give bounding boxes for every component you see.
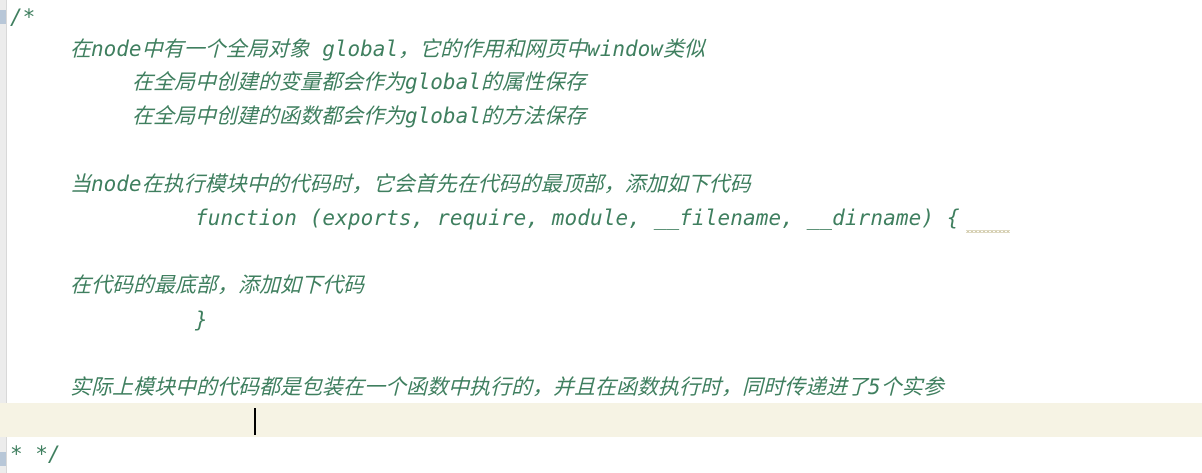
code-line[interactable]: 在代码的最底部，添加如下代码 <box>70 268 364 302</box>
code-line[interactable]: 在全局中创建的变量都会作为global的属性保存 <box>132 65 586 99</box>
code-line[interactable]: function (exports, require, module, __fi… <box>195 201 960 235</box>
text-caret <box>254 408 256 435</box>
code-line[interactable]: 当node在执行模块中的代码时，它会首先在代码的最顶部，添加如下代码 <box>70 167 751 201</box>
code-line[interactable]: /* <box>10 0 35 34</box>
spelling-squiggle <box>966 230 1010 233</box>
fold-marker[interactable] <box>0 10 6 24</box>
current-line-highlight <box>0 403 1202 437</box>
code-line[interactable]: * */ <box>10 437 61 471</box>
code-line[interactable]: 实际上模块中的代码都是包装在一个函数中执行的，并且在函数执行时，同时传递进了5个… <box>70 370 944 404</box>
code-editor[interactable]: /* 在node中有一个全局对象 global，它的作用和网页中window类似… <box>0 0 1202 473</box>
code-line[interactable]: } <box>195 303 208 337</box>
fold-marker[interactable] <box>0 452 6 466</box>
code-line[interactable]: 在全局中创建的函数都会作为global的方法保存 <box>132 99 586 133</box>
code-line[interactable]: 在node中有一个全局对象 global，它的作用和网页中window类似 <box>70 32 705 66</box>
